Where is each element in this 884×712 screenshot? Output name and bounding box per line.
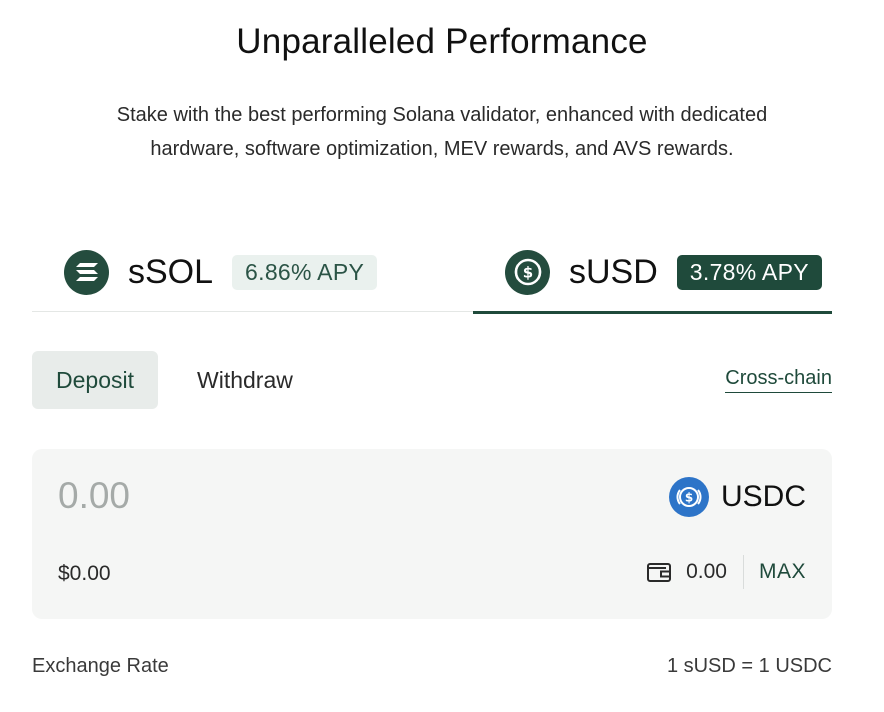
susd-apy-badge: 3.78% APY <box>676 254 822 290</box>
exchange-rate-value: 1 sUSD = 1 USDC <box>666 655 832 677</box>
subtitle-line-1: Stake with the best performing Solana va… <box>116 104 768 126</box>
max-button[interactable]: MAX <box>759 560 806 584</box>
cross-chain-link[interactable]: Cross-chain <box>725 367 832 393</box>
withdraw-button[interactable]: Withdraw <box>197 351 293 409</box>
token-label: USDC <box>720 480 806 513</box>
tab-susd-label: sUSD <box>569 252 658 291</box>
tab-susd[interactable]: $ sUSD 3.78% APY <box>473 232 832 314</box>
deposit-button[interactable]: Deposit <box>32 351 158 409</box>
svg-text:$: $ <box>522 264 532 282</box>
balance-row: 0.00 MAX <box>646 554 806 590</box>
ssol-logo-icon <box>64 249 109 295</box>
tab-ssol-label: sSOL <box>128 252 214 291</box>
tab-ssol[interactable]: sSOL 6.86% APY <box>64 232 378 312</box>
exchange-rate-label: Exchange Rate <box>32 655 169 677</box>
usd-value: $0.00 <box>58 562 111 585</box>
token-selector[interactable]: $ USDC <box>668 477 806 517</box>
subtitle-line-2: hardware, software optimization, MEV rew… <box>150 138 734 160</box>
exchange-rate-row: Exchange Rate 1 sUSD = 1 USDC <box>32 655 832 678</box>
deposit-input-card: $ USDC $0.00 0.00 MAX <box>32 449 832 619</box>
ssol-apy-badge: 6.86% APY <box>232 254 378 290</box>
page-title: Unparalleled Performance <box>236 22 648 61</box>
token-tabs: sSOL 6.86% APY $ sUSD 3.78% APY <box>32 232 832 314</box>
svg-text:$: $ <box>685 491 693 505</box>
wallet-balance: 0.00 <box>686 560 727 583</box>
amount-input[interactable] <box>58 471 458 521</box>
wallet-icon <box>646 560 672 584</box>
mode-selector: Deposit Withdraw Cross-chain <box>32 351 832 409</box>
susd-dollar-icon: $ <box>505 249 550 295</box>
usdc-icon: $ <box>668 477 709 517</box>
balance-divider <box>742 555 744 589</box>
page-subtitle: Stake with the best performing Solana va… <box>0 98 884 166</box>
